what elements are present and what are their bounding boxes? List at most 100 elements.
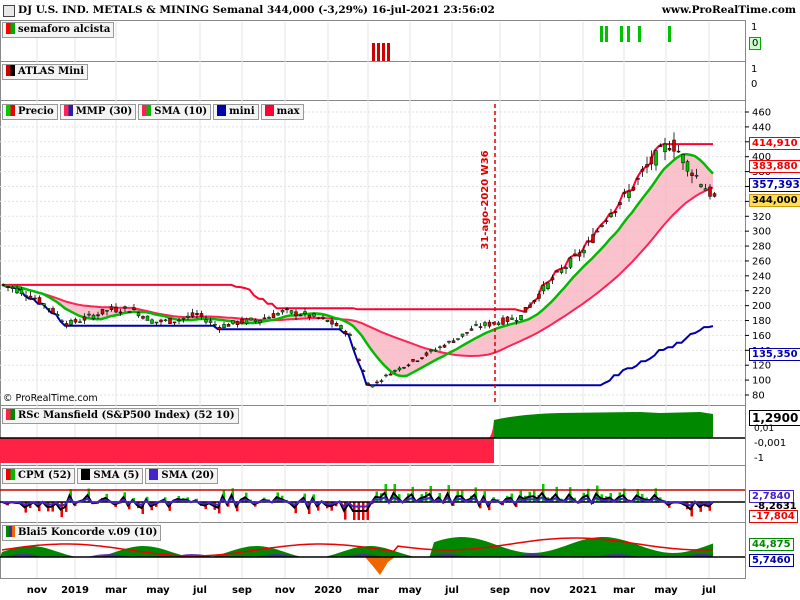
x-tick-label: jul <box>192 585 207 596</box>
candle-body <box>595 230 600 233</box>
candle-body <box>654 150 658 166</box>
blai-swatch <box>6 526 15 537</box>
chart-canvas: 31-ago-2020 W36 801001201401601802002202… <box>0 20 771 596</box>
sma-mmp-cloud <box>2 154 713 377</box>
legend-cpm-sma5[interactable]: SMA (5) <box>77 468 144 484</box>
legend-cpm-swatch <box>6 469 15 480</box>
y-tick-label: 240 <box>752 271 771 282</box>
y-tick-label: 100 <box>752 376 771 387</box>
candle-body <box>685 161 690 172</box>
y-tick-label: 320 <box>752 212 771 223</box>
candle-body <box>618 202 622 205</box>
candle-body <box>519 314 523 320</box>
legend-cpm-sma20-swatch <box>149 469 159 480</box>
candle-body <box>222 324 226 328</box>
y-tick-label: 440 <box>752 122 771 133</box>
candle-body <box>51 308 55 314</box>
candle-body <box>181 317 186 320</box>
candle-body <box>163 319 168 322</box>
candle-body <box>24 295 28 297</box>
price-box-mini-low: 135,350 <box>749 348 800 361</box>
x-tick-label: mar <box>357 585 379 596</box>
candle-body <box>217 326 222 330</box>
candle-body <box>190 312 195 317</box>
candle-body <box>123 306 127 309</box>
candle-body <box>226 324 231 327</box>
candle-body <box>343 330 348 334</box>
candle-body <box>253 319 258 322</box>
x-tick-label: jul <box>701 585 716 596</box>
atlas-label: ATLAS Mini <box>18 66 85 77</box>
legend-cpm-sma20[interactable]: SMA (20) <box>145 468 219 484</box>
semaforo-bar <box>605 26 608 42</box>
candle-body <box>703 188 708 191</box>
candle-body <box>118 311 123 314</box>
candle-body <box>271 313 276 318</box>
candle-body <box>316 317 321 320</box>
candle-body <box>528 304 532 308</box>
x-tick-label: 2019 <box>61 585 89 596</box>
candle-body <box>294 311 298 317</box>
candle-body <box>451 340 456 343</box>
semaforo-bar <box>668 26 671 42</box>
candle-body <box>213 324 217 326</box>
price-box-last: 344,000 <box>749 194 800 207</box>
candle-body <box>505 316 510 322</box>
legend-mmp[interactable]: MMP (30) <box>59 104 137 120</box>
legend-sma[interactable]: SMA (10) <box>138 104 212 120</box>
blai-label: Blai5 Koncorde v.09 (10) <box>18 527 158 538</box>
candle-body <box>411 359 415 362</box>
candle-body <box>699 184 703 187</box>
semaforo-label: semaforo alcista <box>18 24 111 35</box>
candle-body <box>483 322 487 326</box>
legend-cpm[interactable]: CPM (52) <box>2 468 76 484</box>
cpm-box-3: -17,804 <box>749 510 798 523</box>
atlas-legend[interactable]: ATLAS Mini <box>2 64 89 80</box>
atlas-bar <box>372 43 375 61</box>
candle-body <box>208 320 213 323</box>
x-tick-label: nov <box>27 585 48 596</box>
legend-cpm-sma5-label: SMA (5) <box>93 470 140 481</box>
candle-body <box>658 145 663 148</box>
candle-body <box>474 324 478 326</box>
atlas-signals <box>372 43 390 61</box>
candle-body <box>591 234 595 243</box>
candle-body <box>555 270 559 273</box>
candle-body <box>424 352 429 356</box>
semaforo-bar <box>627 26 630 42</box>
rsc-legend[interactable]: RSc Mansfield (S&P500 Index) (52 10) <box>2 408 239 424</box>
legend-mmp-swatch <box>63 105 73 116</box>
candle-body <box>577 252 582 257</box>
legend-max[interactable]: max <box>260 104 304 120</box>
candle-body <box>564 267 568 269</box>
x-tick-label: nov <box>275 585 296 596</box>
legend-mini-swatch <box>217 105 227 116</box>
candle-body <box>334 323 339 327</box>
candle-body <box>501 317 505 325</box>
price-legend: Precio MMP (30) SMA (10) mini max <box>2 104 304 120</box>
x-tick-label: sep <box>232 585 252 596</box>
candle-body <box>159 319 163 323</box>
candle-body <box>667 147 672 151</box>
legend-precio[interactable]: Precio <box>2 104 58 120</box>
time-axis: nov 2019 mar may jul sep nov 2020 mar may jul sep no… <box>27 585 716 596</box>
candle-body <box>708 186 712 197</box>
y-tick-label: 120 <box>752 361 771 372</box>
candle-body <box>514 320 519 322</box>
semaforo-signals <box>600 26 671 42</box>
candle-body <box>510 317 514 320</box>
x-tick-label: mar <box>613 585 635 596</box>
candle-body <box>42 303 46 306</box>
semaforo-legend[interactable]: semaforo alcista <box>2 22 115 38</box>
blai-legend[interactable]: Blai5 Koncorde v.09 (10) <box>2 525 162 541</box>
atlas-axis-0: 0 <box>751 79 758 90</box>
candle-body <box>289 310 294 314</box>
candle-body <box>573 253 577 256</box>
candle-body <box>33 297 37 300</box>
legend-mini[interactable]: mini <box>213 104 259 120</box>
candle-body <box>330 320 334 325</box>
candle-body <box>600 225 604 227</box>
candle-body <box>663 143 667 153</box>
candle-body <box>168 318 172 325</box>
blai-box-1: 44,875 <box>749 538 794 551</box>
